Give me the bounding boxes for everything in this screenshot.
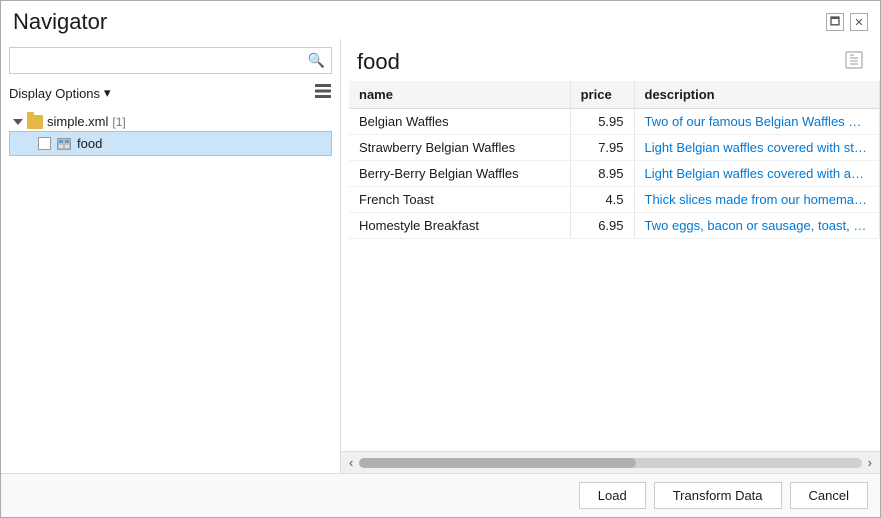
- checkbox-icon: [38, 137, 51, 150]
- load-button[interactable]: Load: [579, 482, 646, 509]
- window-controls: 🗖 ✕: [826, 13, 868, 31]
- scroll-right-button[interactable]: ›: [864, 455, 876, 470]
- cell-price: 5.95: [570, 109, 634, 135]
- tree-folder-root: simple.xml [1]: [9, 112, 332, 131]
- file-badge: [1]: [112, 115, 125, 129]
- cancel-button[interactable]: Cancel: [790, 482, 868, 509]
- table-header-row: name price description: [349, 81, 880, 109]
- close-button[interactable]: ✕: [850, 13, 868, 31]
- display-options-arrow: ▾: [104, 85, 111, 101]
- cell-price: 6.95: [570, 213, 634, 239]
- file-name-label: simple.xml: [47, 114, 108, 129]
- restore-button[interactable]: 🗖: [826, 13, 844, 31]
- child-food-label: food: [77, 136, 102, 151]
- cell-name: Berry-Berry Belgian Waffles: [349, 161, 570, 187]
- table-row: Strawberry Belgian Waffles7.95Light Belg…: [349, 135, 880, 161]
- cell-name: Homestyle Breakfast: [349, 213, 570, 239]
- left-panel: 🔍 Display Options ▾: [1, 39, 341, 473]
- scrollbar-track[interactable]: [359, 458, 861, 468]
- cell-description: Light Belgian waffles covered with straw…: [634, 135, 879, 161]
- cell-price: 8.95: [570, 161, 634, 187]
- transform-data-button[interactable]: Transform Data: [654, 482, 782, 509]
- folder-icon: [27, 115, 43, 129]
- dialog-title: Navigator: [13, 9, 107, 35]
- cell-description: Two eggs, bacon or sausage, toast, and o…: [634, 213, 879, 239]
- cell-price: 7.95: [570, 135, 634, 161]
- cell-description: Thick slices made from our homemade sour…: [634, 187, 879, 213]
- display-options-row: Display Options ▾: [9, 82, 332, 104]
- col-header-name: name: [349, 81, 570, 109]
- expand-arrow-icon[interactable]: [13, 119, 23, 125]
- cell-description: Light Belgian waffles covered with an as…: [634, 161, 879, 187]
- right-panel: food name price: [341, 39, 880, 473]
- tree-area: simple.xml [1] food: [9, 112, 332, 465]
- title-bar: Navigator 🗖 ✕: [1, 1, 880, 39]
- tree-child-food[interactable]: food: [9, 131, 332, 156]
- content-area: 🔍 Display Options ▾: [1, 39, 880, 473]
- footer: Load Transform Data Cancel: [1, 473, 880, 517]
- export-icon-button[interactable]: [844, 50, 864, 75]
- scroll-left-button[interactable]: ‹: [345, 455, 357, 470]
- cell-name: Strawberry Belgian Waffles: [349, 135, 570, 161]
- navigator-dialog: Navigator 🗖 ✕ 🔍 Display Options ▾: [0, 0, 881, 518]
- options-icon: [314, 82, 332, 100]
- table-row: French Toast4.5Thick slices made from ou…: [349, 187, 880, 213]
- options-icon-button[interactable]: [314, 82, 332, 104]
- display-options-button[interactable]: Display Options ▾: [9, 85, 111, 101]
- table-row: Belgian Waffles5.95Two of our famous Bel…: [349, 109, 880, 135]
- search-button[interactable]: 🔍: [302, 48, 331, 73]
- right-panel-title: food: [357, 49, 400, 75]
- right-header: food: [341, 39, 880, 81]
- scrollbar-thumb: [359, 458, 635, 468]
- table-icon: [57, 138, 71, 150]
- export-icon: [844, 50, 864, 70]
- search-row: 🔍: [9, 47, 332, 74]
- col-header-description: description: [634, 81, 879, 109]
- cell-name: Belgian Waffles: [349, 109, 570, 135]
- search-input[interactable]: [10, 49, 302, 72]
- display-options-label: Display Options: [9, 86, 100, 101]
- data-table-container: name price description Belgian Waffles5.…: [349, 81, 880, 451]
- table-row: Homestyle Breakfast6.95Two eggs, bacon o…: [349, 213, 880, 239]
- table-row: Berry-Berry Belgian Waffles8.95Light Bel…: [349, 161, 880, 187]
- horizontal-scrollbar: ‹ ›: [341, 451, 880, 473]
- cell-description: Two of our famous Belgian Waffles with p…: [634, 109, 879, 135]
- cell-name: French Toast: [349, 187, 570, 213]
- cell-price: 4.5: [570, 187, 634, 213]
- data-table: name price description Belgian Waffles5.…: [349, 81, 880, 239]
- col-header-price: price: [570, 81, 634, 109]
